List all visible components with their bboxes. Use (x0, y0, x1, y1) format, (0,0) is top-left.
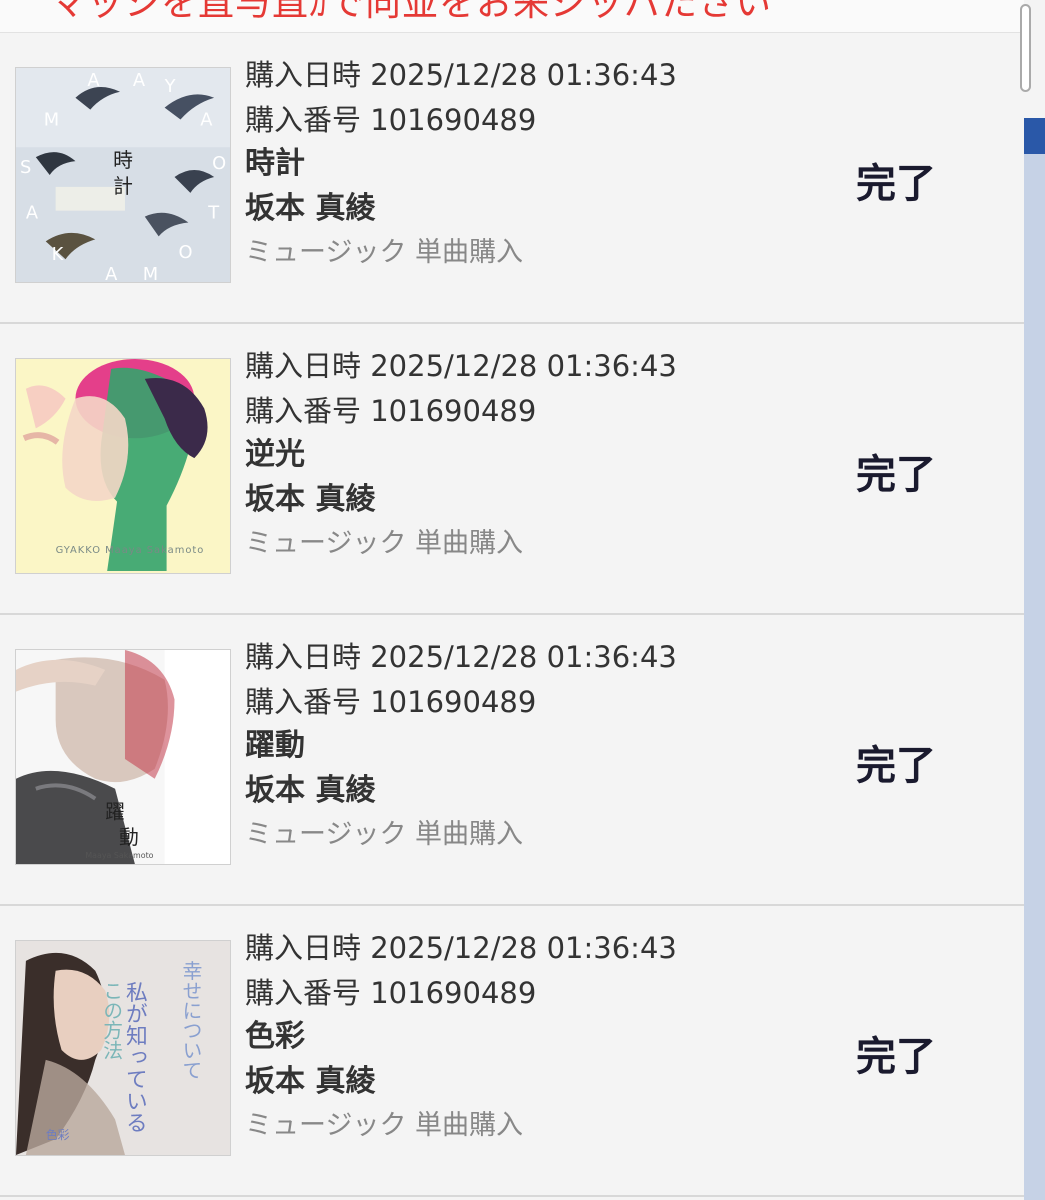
purchase-number: 購入番号 101690489 (245, 102, 537, 137)
purchase-row[interactable]: 時 計 M A A Y A S O A T K M O A 購入日時 2025/… (0, 33, 1024, 324)
purchase-row[interactable]: GYAKKO Maaya Sakamoto 購入日時 2025/12/28 01… (0, 324, 1024, 615)
artist-name: 坂本 真綾 (245, 190, 376, 226)
purchase-row[interactable]: 躍 動 Maaya Sakamoto 購入日時 2025/12/28 01:36… (0, 615, 1024, 906)
purchase-category: ミュージック 単曲購入 (245, 819, 524, 850)
track-title: 時計 (245, 146, 305, 181)
cover-art-shikisai: 私が知っている 幸せについて この方法 色彩 (16, 941, 230, 1155)
cover-art-yakudo: 躍 動 Maaya Sakamoto (16, 650, 230, 864)
status-label: 完了 (856, 743, 936, 789)
svg-text:A: A (105, 264, 118, 282)
svg-text:K: K (52, 244, 65, 265)
purchase-date: 購入日時 2025/12/28 01:36:43 (245, 931, 677, 965)
purchase-category: ミュージック 単曲購入 (245, 1110, 524, 1141)
status-label: 完了 (856, 452, 936, 498)
svg-text:この方法: この方法 (100, 981, 123, 1060)
svg-text:A: A (133, 70, 146, 91)
artist-name: 坂本 真綾 (245, 481, 376, 517)
artist-name: 坂本 真綾 (245, 772, 376, 808)
album-cover-image: 時 計 M A A Y A S O A T K M O A (15, 67, 231, 283)
purchase-number: 購入番号 101690489 (245, 393, 537, 428)
svg-text:O: O (178, 242, 192, 263)
svg-text:A: A (200, 109, 213, 130)
svg-text:動: 動 (119, 826, 139, 849)
scroll-handle-icon[interactable] (1020, 4, 1031, 92)
svg-text:時: 時 (113, 149, 133, 172)
svg-text:幸せについて: 幸せについて (179, 961, 202, 1080)
scrollbar-thumb[interactable] (1024, 118, 1045, 154)
track-title: 色彩 (245, 1019, 305, 1054)
svg-text:T: T (207, 203, 219, 224)
status-label: 完了 (856, 1034, 936, 1080)
purchase-history-list: 時 計 M A A Y A S O A T K M O A 購入日時 2025/… (0, 33, 1024, 1197)
svg-text:GYAKKO Maaya Sakamoto: GYAKKO Maaya Sakamoto (56, 545, 205, 556)
album-cover-image: 躍 動 Maaya Sakamoto (15, 649, 231, 865)
purchase-date: 購入日時 2025/12/28 01:36:43 (245, 58, 677, 92)
svg-text:S: S (20, 157, 31, 178)
purchase-info: 購入日時 2025/12/28 01:36:43 購入番号 101690489 … (245, 926, 805, 1149)
svg-text:O: O (212, 153, 226, 174)
purchase-date: 購入日時 2025/12/28 01:36:43 (245, 640, 677, 674)
cover-art-gyakko: GYAKKO Maaya Sakamoto (16, 359, 230, 573)
svg-text:A: A (26, 203, 39, 224)
svg-text:Y: Y (164, 76, 176, 97)
purchase-info: 購入日時 2025/12/28 01:36:43 購入番号 101690489 … (245, 53, 805, 276)
track-title: 逆光 (245, 437, 305, 472)
purchase-number: 購入番号 101690489 (245, 975, 537, 1010)
purchase-info: 購入日時 2025/12/28 01:36:43 購入番号 101690489 … (245, 635, 805, 858)
album-cover-image: 私が知っている 幸せについて この方法 色彩 (15, 940, 231, 1156)
svg-text:私が知っている: 私が知っている (122, 981, 147, 1134)
purchase-date: 購入日時 2025/12/28 01:36:43 (245, 349, 677, 383)
svg-text:M: M (143, 264, 158, 282)
svg-text:躍: 躍 (105, 800, 125, 823)
cover-art-tokei: 時 計 M A A Y A S O A T K M O A (16, 68, 230, 282)
purchase-category: ミュージック 単曲購入 (245, 528, 524, 559)
status-label: 完了 (856, 161, 936, 207)
notice-text: マッシを直与直ｶで向並をお来ジッパたさい (50, 0, 773, 24)
purchase-row[interactable]: 私が知っている 幸せについて この方法 色彩 購入日時 2025/12/28 0… (0, 906, 1024, 1197)
track-title: 躍動 (245, 728, 305, 763)
purchase-info: 購入日時 2025/12/28 01:36:43 購入番号 101690489 … (245, 344, 805, 567)
purchase-number: 購入番号 101690489 (245, 684, 537, 719)
album-cover-image: GYAKKO Maaya Sakamoto (15, 358, 231, 574)
scrollbar-track[interactable] (1024, 0, 1045, 1200)
svg-text:計: 計 (113, 175, 133, 198)
svg-text:色彩: 色彩 (46, 1128, 70, 1142)
svg-text:Maaya Sakamoto: Maaya Sakamoto (85, 851, 153, 860)
notice-banner: マッシを直与直ｶで向並をお来ジッパたさい (0, 0, 1024, 33)
artist-name: 坂本 真綾 (245, 1063, 376, 1099)
svg-text:M: M (44, 109, 59, 130)
purchase-category: ミュージック 単曲購入 (245, 237, 524, 268)
svg-text:A: A (87, 70, 100, 91)
